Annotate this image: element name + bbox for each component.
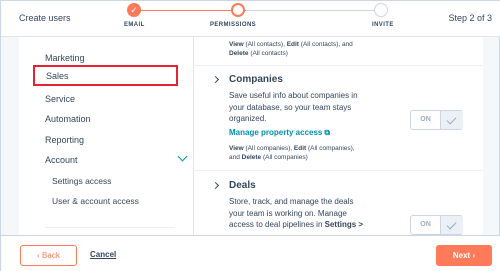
wizard-title: Create users [19,13,71,23]
sidebar-item-account[interactable]: Account [45,155,78,165]
next-button[interactable]: Next › [436,245,492,266]
sidebar-item-user-account-access[interactable]: User & account access [52,196,139,206]
chevron-left-icon: ‹ [37,251,40,260]
deals-description: Store, track, and manage the deals your … [229,197,364,229]
step-invite-indicator [374,3,388,17]
step-permissions-indicator [231,3,245,17]
checkmark-icon [441,216,463,234]
step-counter: Step 2 of 3 [448,13,492,23]
deals-access-toggle[interactable]: ON [410,215,463,235]
expand-companies-caret-icon[interactable] [211,75,220,84]
companies-title: Companies [229,74,283,85]
sidebar-item-automation[interactable]: Automation [45,114,91,124]
wizard-header: Create users ✓ EMAIL PERMISSIONS INVITE … [1,1,500,37]
sidebar-item-settings-access[interactable]: Settings access [52,176,112,186]
step-email-check-icon: ✓ [127,3,141,17]
manage-property-access-link[interactable]: Manage property access ⧉ [229,128,330,138]
back-button[interactable]: ‹ Back [20,245,77,266]
contacts-permission-summary: View (All contacts), Edit (All contacts)… [229,41,353,57]
companies-toggle-label: ON [411,111,441,129]
sidebar-item-marketing[interactable]: Marketing [45,53,85,63]
sidebar-item-sales[interactable]: Sales [33,65,178,86]
settings-link[interactable]: Settings > [325,220,363,229]
permissions-sidebar: Marketing Sales Service Automation Repor… [19,37,194,235]
sidebar-item-service[interactable]: Service [45,94,75,104]
wizard-footer: ‹ Back Cancel Next › [1,235,500,271]
chevron-down-icon[interactable] [177,151,188,162]
next-button-label: Next [452,251,471,260]
expand-deals-caret-icon[interactable] [211,181,220,190]
cancel-button[interactable]: Cancel [90,250,116,259]
companies-description: Save useful info about companies in your… [229,91,358,123]
external-link-icon: ⧉ [324,128,331,137]
sidebar-divider [45,227,175,228]
section-divider [194,170,483,171]
create-users-dialog: Create users ✓ EMAIL PERMISSIONS INVITE … [0,0,500,271]
deals-toggle-label: ON [411,216,441,234]
sidebar-item-sales-label: Sales [46,71,69,81]
section-divider [194,65,483,66]
companies-access-toggle[interactable]: ON [410,110,463,130]
checkmark-icon [441,111,463,129]
step-permissions-label: PERMISSIONS [210,22,257,28]
deals-title: Deals [229,180,256,191]
stepper-progress [134,10,246,11]
companies-permission-summary: View (All companies), Edit (All companie… [229,145,355,161]
permissions-panel: View (All contacts), Edit (All contacts)… [194,37,483,235]
back-button-label: Back [42,251,60,260]
sidebar-item-reporting[interactable]: Reporting [45,135,84,145]
step-invite-label: INVITE [372,22,394,28]
step-email-label: EMAIL [124,22,145,28]
chevron-right-icon: › [472,251,476,260]
